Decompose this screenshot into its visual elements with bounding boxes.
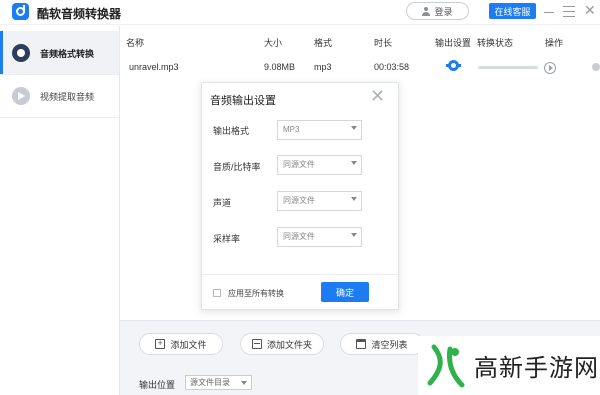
output-location-label: 输出位置: [139, 380, 176, 390]
menu-icon[interactable]: [563, 6, 575, 17]
col-status-header: 转换状态: [477, 38, 514, 48]
table-row[interactable]: unravel.mp3 9.08MB mp3 00:03:58: [120, 58, 600, 76]
dialog-close-icon[interactable]: ✕: [370, 87, 385, 105]
output-location-value: 源文件目录: [190, 378, 230, 387]
col-duration-header: 时长: [374, 38, 393, 48]
output-format-select[interactable]: MP3: [277, 120, 362, 140]
clear-list-icon: [356, 339, 367, 349]
col-format-header: 格式: [314, 38, 333, 48]
sidebar: 音频格式转换 视频提取音频: [0, 26, 120, 395]
dialog-divider: [202, 274, 398, 275]
channel-label: 声道: [213, 198, 232, 208]
sample-rate-value: 同源文件: [283, 232, 315, 241]
add-folder-label: 添加文件夹: [266, 339, 312, 350]
col-output-settings-header: 输出设置: [435, 38, 472, 48]
col-name-header: 名称: [126, 38, 145, 48]
sample-rate-select[interactable]: 同源文件: [277, 227, 362, 247]
login-label: 登录: [434, 6, 453, 17]
chevron-down-icon: [351, 161, 357, 165]
sidebar-item-audio-convert[interactable]: 音频格式转换: [0, 31, 119, 75]
clear-list-button[interactable]: 清空列表: [340, 333, 424, 355]
table-header: 名称 大小 格式 时长 输出设置 转换状态 操作: [120, 36, 600, 50]
chevron-down-icon: [351, 197, 357, 201]
apply-all-checkbox[interactable]: [213, 289, 221, 297]
play-icon[interactable]: [544, 62, 556, 74]
sidebar-item-video-extract[interactable]: 视频提取音频: [0, 74, 119, 118]
channel-value: 同源文件: [283, 196, 315, 205]
output-format-value: MP3: [283, 125, 300, 134]
conversion-progress-bar: [478, 66, 538, 69]
app-title: 酷软音频转换器: [37, 7, 122, 21]
apply-all-label: 应用至所有转换: [228, 289, 284, 298]
title-bar: 酷软音频转换器 登录 在线客服 ✕: [0, 0, 600, 25]
col-size-header: 大小: [264, 38, 283, 48]
add-file-label: 添加文件: [170, 339, 207, 350]
watermark-logo-icon: [427, 344, 465, 388]
col-action-header: 操作: [545, 38, 564, 48]
watermark-text: 高新手游网: [474, 355, 599, 382]
add-folder-button[interactable]: 添加文件夹: [240, 333, 324, 355]
bitrate-value: 同源文件: [283, 160, 315, 169]
chevron-down-icon: [241, 381, 247, 385]
bitrate-label: 音质/比特率: [213, 162, 261, 172]
chevron-down-icon: [351, 233, 357, 237]
app-logo-icon: [12, 3, 29, 20]
dialog-title: 音频输出设置: [210, 95, 276, 107]
file-size: 9.08MB: [264, 62, 296, 72]
video-extract-icon: [12, 87, 30, 105]
sidebar-item-label: 音频格式转换: [40, 48, 95, 59]
confirm-button[interactable]: 确定: [321, 282, 369, 302]
minimize-icon[interactable]: [544, 12, 554, 13]
chevron-down-icon: [351, 126, 357, 130]
audio-convert-icon: [12, 44, 30, 62]
file-format: mp3: [314, 62, 332, 72]
output-format-label: 输出格式: [213, 126, 250, 136]
add-folder-icon: [251, 339, 262, 349]
clear-list-label: 清空列表: [371, 339, 408, 350]
bitrate-select[interactable]: 同源文件: [277, 155, 362, 175]
sidebar-item-label: 视频提取音频: [40, 91, 95, 102]
channel-select[interactable]: 同源文件: [277, 191, 362, 211]
close-icon[interactable]: ✕: [584, 3, 596, 17]
add-file-icon: [155, 338, 166, 349]
online-service-button[interactable]: 在线客服: [489, 3, 536, 19]
output-settings-gear-icon[interactable]: [446, 60, 461, 71]
sample-rate-label: 采样率: [213, 234, 241, 244]
file-duration: 00:03:58: [374, 62, 410, 72]
watermark: 高新手游网: [418, 336, 600, 395]
add-file-button[interactable]: 添加文件: [139, 333, 223, 355]
output-location-select[interactable]: 源文件目录: [185, 375, 252, 390]
login-button[interactable]: 登录: [406, 2, 469, 20]
file-name: unravel.mp3: [129, 62, 179, 72]
audio-output-settings-dialog: 音频输出设置 ✕ 输出格式 MP3 音质/比特率 同源文件 声道 同源文件 采样…: [201, 82, 399, 310]
row-more-icon[interactable]: [592, 63, 600, 71]
user-icon: [422, 6, 431, 16]
